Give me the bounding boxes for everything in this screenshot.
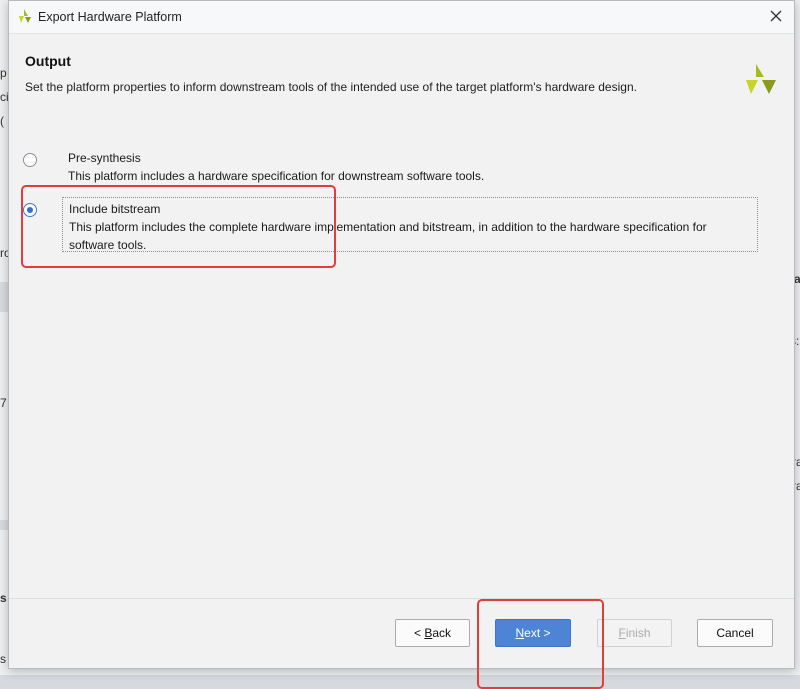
title-bar: Export Hardware Platform xyxy=(9,1,794,34)
next-button[interactable]: Next > xyxy=(495,619,571,647)
page-header: Output Set the platform properties to in… xyxy=(9,34,794,134)
background-text: s xyxy=(0,591,7,605)
include-bitstream-radio[interactable] xyxy=(23,203,37,217)
option-description: software tools. xyxy=(69,238,147,252)
background-panel xyxy=(0,282,8,312)
options-panel: Pre-synthesis This platform includes a h… xyxy=(9,134,794,598)
background-text: ( xyxy=(0,114,4,128)
background-scrollbar xyxy=(0,520,8,530)
background-text: p xyxy=(0,66,7,80)
option-label: Include bitstream xyxy=(69,202,161,216)
footer-separator xyxy=(9,598,794,599)
background-text: 7 xyxy=(0,396,7,410)
pre-synthesis-radio[interactable] xyxy=(23,153,37,167)
option-label: Pre-synthesis xyxy=(68,151,141,165)
include-bitstream-option[interactable]: Include bitstream This platform includes… xyxy=(62,197,758,252)
export-hardware-platform-dialog: Export Hardware Platform Output Set the … xyxy=(8,0,795,669)
page-title: Output xyxy=(25,53,71,69)
close-icon[interactable] xyxy=(768,8,784,24)
back-button[interactable]: < Back xyxy=(395,619,470,647)
page-description: Set the platform properties to inform do… xyxy=(25,80,637,94)
option-description: This platform includes a hardware specif… xyxy=(68,169,485,183)
xilinx-logo-icon xyxy=(744,64,778,101)
option-description: This platform includes the complete hard… xyxy=(69,220,707,234)
xilinx-logo-icon xyxy=(16,8,32,27)
cancel-button[interactable]: Cancel xyxy=(697,619,773,647)
background-text: s xyxy=(0,652,6,666)
finish-button: Finish xyxy=(597,619,672,647)
dialog-title: Export Hardware Platform xyxy=(38,10,182,24)
pre-synthesis-option[interactable]: Pre-synthesis This platform includes a h… xyxy=(62,147,758,187)
